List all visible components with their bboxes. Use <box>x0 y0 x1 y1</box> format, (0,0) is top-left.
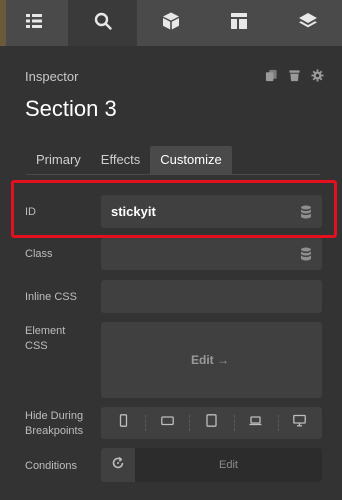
gear-icon[interactable] <box>311 69 324 82</box>
inspector-tabs: Primary Effects Customize <box>26 146 232 174</box>
tab-customize[interactable]: Customize <box>150 146 232 174</box>
toolbar-templates-button[interactable] <box>205 0 273 46</box>
layers-icon <box>298 11 318 36</box>
element-css-label-line2: CSS <box>25 340 48 352</box>
tablet-landscape-icon <box>160 414 174 432</box>
database-icon[interactable] <box>300 205 312 219</box>
tab-primary[interactable]: Primary <box>26 146 91 174</box>
id-label: ID <box>25 206 36 218</box>
hide-breakpoints-label-line1: Hide During <box>25 410 84 422</box>
tab-effects[interactable]: Effects <box>91 146 151 174</box>
breakpoint-phone-toggle[interactable] <box>101 407 145 439</box>
copy-icon[interactable] <box>265 69 278 82</box>
header-actions <box>265 69 324 82</box>
toolbar-inspector-button[interactable] <box>68 0 137 46</box>
desktop-icon <box>293 414 307 432</box>
class-field[interactable] <box>101 238 322 270</box>
trash-icon[interactable] <box>288 69 301 82</box>
conditions-control: Edit <box>101 448 322 482</box>
inline-css-field[interactable] <box>101 280 322 313</box>
database-icon[interactable] <box>300 247 312 261</box>
toolbar-layers-button[interactable] <box>274 0 342 46</box>
page-title: Section 3 <box>25 96 117 121</box>
laptop-icon <box>249 414 262 432</box>
breakpoint-laptop-toggle[interactable] <box>233 407 278 439</box>
toolbar-outline-button[interactable] <box>0 0 68 46</box>
phone-icon <box>117 414 130 432</box>
cube-icon <box>161 11 181 36</box>
toolbar-elements-button[interactable] <box>137 0 205 46</box>
breakpoint-tablet-toggle[interactable] <box>189 407 233 439</box>
breakpoint-desktop-toggle[interactable] <box>277 407 322 439</box>
tablet-icon <box>205 414 218 432</box>
conditions-icon-button[interactable] <box>101 448 135 482</box>
hide-breakpoints-label-line2: Breakpoints <box>25 425 84 437</box>
top-toolbar <box>0 0 342 46</box>
id-value: stickyit <box>111 204 156 219</box>
id-field[interactable]: stickyit <box>101 195 322 228</box>
class-label: Class <box>25 248 53 260</box>
inline-css-label: Inline CSS <box>25 291 77 303</box>
breakpoint-toggles <box>101 407 322 439</box>
element-css-label-line1: Element <box>25 325 66 337</box>
element-css-editor[interactable]: Edit → <box>101 322 322 398</box>
element-css-edit[interactable]: Edit → <box>191 353 229 367</box>
toolbar-edge <box>0 0 6 46</box>
inspector-label: Inspector <box>25 69 79 84</box>
search-icon <box>93 11 113 36</box>
tabs-divider <box>26 174 320 175</box>
layout-icon <box>229 11 249 36</box>
list-icon <box>24 11 44 36</box>
breakpoint-tablet-landscape-toggle[interactable] <box>145 407 189 439</box>
conditions-label: Conditions <box>25 460 77 472</box>
conditions-edit-button[interactable]: Edit <box>135 448 322 482</box>
refresh-icon <box>111 456 125 475</box>
